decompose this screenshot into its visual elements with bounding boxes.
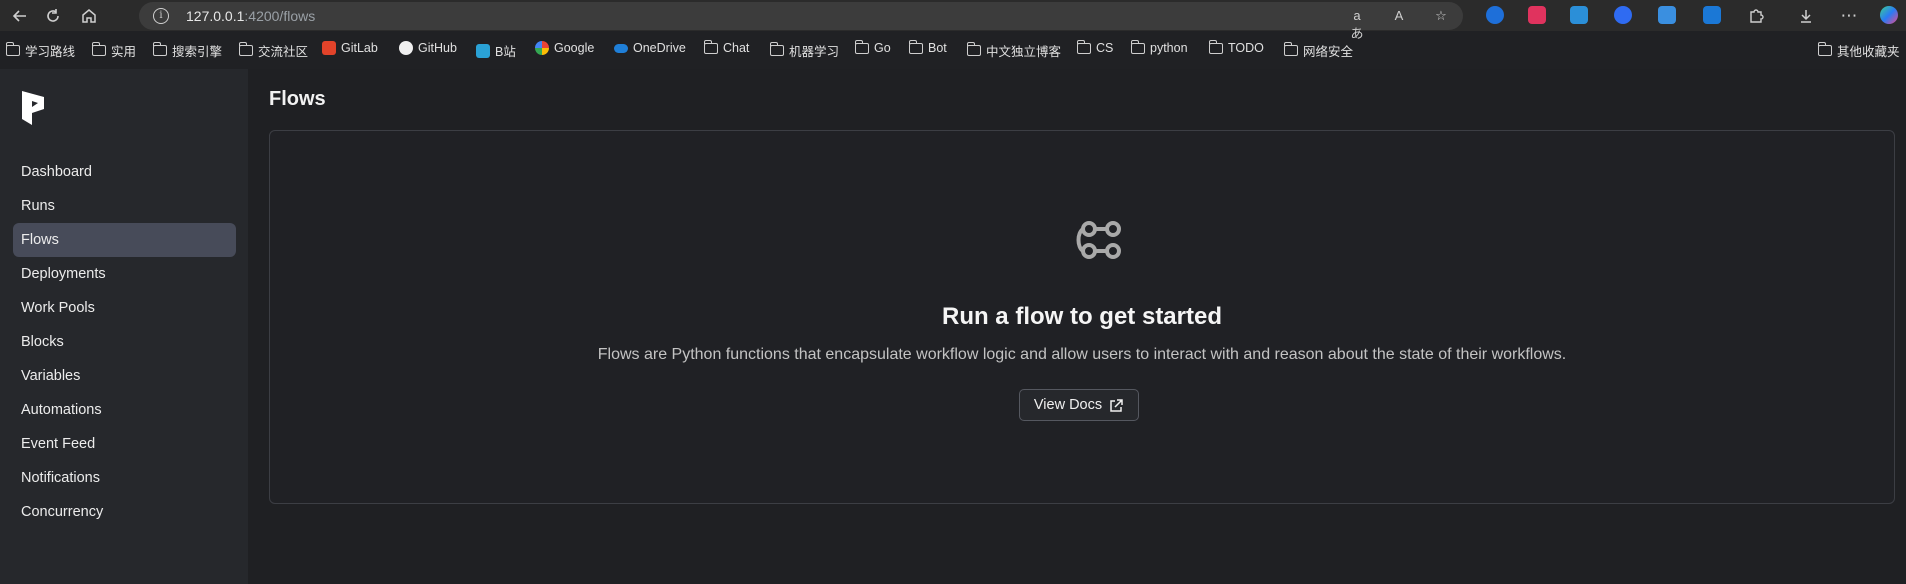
bookmarks-bar: 学习路线 实用 搜索引擎 交流社区 GitLab GitHub B站 Googl…	[0, 39, 1906, 61]
more-menu-icon[interactable]: ⋯	[1836, 3, 1862, 29]
empty-state-description: Flows are Python functions that encapsul…	[597, 346, 1567, 363]
sidebar-nav: Dashboard Runs Flows Deployments Work Po…	[13, 155, 236, 529]
bookmark-item[interactable]: Bot	[908, 39, 947, 55]
external-link-icon	[1110, 398, 1123, 412]
flow-icon	[1076, 221, 1121, 259]
bookmark-item[interactable]: 学习路线	[5, 41, 75, 60]
url-text[interactable]: 127.0.0.1:4200/flows	[186, 8, 315, 24]
folder-icon	[703, 39, 718, 54]
onedrive-icon	[614, 43, 628, 53]
sidebar-item-work-pools[interactable]: Work Pools	[13, 291, 236, 325]
bookmark-item[interactable]: 网络安全	[1283, 41, 1353, 60]
view-docs-label: View Docs	[1033, 397, 1103, 413]
home-icon[interactable]	[76, 3, 102, 29]
back-icon[interactable]	[7, 3, 33, 29]
folder-icon	[854, 39, 869, 54]
folder-icon	[966, 42, 981, 56]
address-bar[interactable]: i 127.0.0.1:4200/flows aあ A ☆	[139, 2, 1463, 41]
main-content: Flows Run a flow to get started Flows ar…	[248, 69, 1906, 584]
empty-state-heading: Run a flow to get started	[941, 303, 1222, 330]
bookmark-item[interactable]: B站	[476, 41, 516, 60]
folder-icon	[5, 42, 20, 56]
sidebar-item-runs[interactable]: Runs	[13, 189, 236, 223]
folder-icon	[1130, 39, 1145, 54]
sidebar-item-automations[interactable]: Automations	[13, 393, 236, 427]
bookmark-item[interactable]: TODO	[1208, 39, 1264, 55]
extension-apps-icon[interactable]	[1658, 6, 1676, 24]
sidebar-item-deployments[interactable]: Deployments	[13, 257, 236, 291]
folder-icon	[152, 42, 167, 56]
extension-chat-icon[interactable]	[1614, 6, 1632, 24]
extensions-puzzle-icon[interactable]	[1743, 3, 1769, 29]
github-icon	[399, 41, 413, 55]
browser-toolbar: i 127.0.0.1:4200/flows aあ A ☆ ⋯	[0, 0, 1906, 41]
site-info-icon[interactable]: i	[153, 8, 169, 24]
sidebar-item-flows[interactable]: Flows	[13, 223, 236, 257]
other-bookmarks[interactable]: 其他收藏夹	[1817, 41, 1900, 60]
folder-icon	[1076, 39, 1091, 54]
sidebar-item-blocks[interactable]: Blocks	[13, 325, 236, 359]
folder-icon	[1283, 42, 1298, 56]
bookmark-item[interactable]: Chat	[703, 39, 749, 55]
sidebar: Dashboard Runs Flows Deployments Work Po…	[0, 69, 248, 584]
bilibili-icon	[476, 43, 490, 58]
sidebar-item-concurrency[interactable]: Concurrency	[13, 495, 236, 529]
copilot-icon[interactable]	[1880, 6, 1898, 24]
folder-icon	[1208, 39, 1223, 54]
bookmark-item[interactable]: GitHub	[399, 41, 457, 55]
bookmark-item[interactable]: OneDrive	[614, 41, 686, 55]
page-title: Flows	[269, 88, 326, 110]
extension-translate-icon[interactable]	[1528, 6, 1546, 24]
extension-notes-icon[interactable]	[1570, 6, 1588, 24]
bookmark-item[interactable]: Google	[535, 41, 594, 55]
bookmark-item[interactable]: 实用	[91, 41, 136, 60]
app: Dashboard Runs Flows Deployments Work Po…	[0, 69, 1906, 584]
translate-icon[interactable]: aあ	[1347, 7, 1367, 41]
bookmark-item[interactable]: GitLab	[322, 41, 378, 55]
bookmark-item[interactable]: 机器学习	[769, 41, 839, 60]
bookmark-item[interactable]: Go	[854, 39, 891, 55]
empty-state-card: Run a flow to get started Flows are Pyth…	[269, 130, 1895, 504]
bookmark-item[interactable]: python	[1130, 39, 1188, 55]
gitlab-icon	[322, 41, 336, 55]
folder-icon	[91, 42, 106, 56]
favorite-star-icon[interactable]: ☆	[1431, 7, 1451, 25]
prefect-logo-icon	[22, 91, 44, 125]
read-aloud-icon[interactable]: A	[1389, 7, 1409, 25]
extension-gem-icon[interactable]	[1486, 6, 1504, 24]
google-icon	[535, 41, 549, 55]
bookmark-item[interactable]: 交流社区	[238, 41, 308, 60]
bookmark-item[interactable]: 搜索引擎	[152, 41, 222, 60]
sidebar-item-notifications[interactable]: Notifications	[13, 461, 236, 495]
extension-screen-icon[interactable]	[1703, 6, 1721, 24]
folder-icon	[238, 42, 253, 56]
bookmark-item[interactable]: 中文独立博客	[966, 41, 1061, 60]
sidebar-item-dashboard[interactable]: Dashboard	[13, 155, 236, 189]
reload-icon[interactable]	[40, 3, 66, 29]
folder-icon	[1817, 42, 1832, 56]
bookmark-item[interactable]: CS	[1076, 39, 1113, 55]
sidebar-item-variables[interactable]: Variables	[13, 359, 236, 393]
view-docs-button[interactable]: View Docs	[1019, 389, 1139, 421]
downloads-icon[interactable]	[1793, 3, 1819, 29]
folder-icon	[908, 39, 923, 54]
folder-icon	[769, 42, 784, 56]
sidebar-item-event-feed[interactable]: Event Feed	[13, 427, 236, 461]
